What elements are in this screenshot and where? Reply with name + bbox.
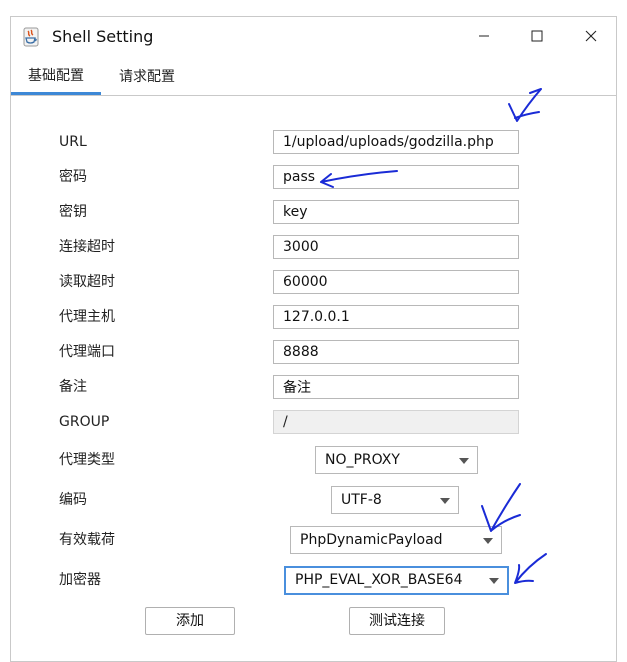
shell-setting-window: Shell Setting 基础配置 请求配置 URL 密码 密钥 连接超时 <box>10 16 617 662</box>
encoding-select[interactable]: UTF-8 <box>331 486 459 514</box>
read-timeout-field[interactable] <box>273 270 519 294</box>
encoding-value: UTF-8 <box>341 492 382 508</box>
remark-field[interactable] <box>273 375 519 399</box>
java-app-icon <box>22 27 40 47</box>
close-button[interactable] <box>568 17 614 55</box>
close-icon <box>585 27 597 46</box>
minimize-icon <box>478 27 490 46</box>
proxy-type-select[interactable]: NO_PROXY <box>315 446 478 474</box>
chevron-down-icon <box>459 458 469 464</box>
chevron-down-icon <box>483 538 493 544</box>
cryption-label: 加密器 <box>59 572 101 588</box>
payload-value: PhpDynamicPayload <box>300 532 443 548</box>
remark-label: 备注 <box>59 379 87 395</box>
key-field[interactable] <box>273 200 519 224</box>
cryption-select[interactable]: PHP_EVAL_XOR_BASE64 <box>284 566 509 595</box>
minimize-button[interactable] <box>461 17 507 55</box>
proxy-type-label: 代理类型 <box>59 452 115 468</box>
basic-config-panel: URL 密码 密钥 连接超时 读取超时 代理主机 代理端口 备注 GROUP 代… <box>11 96 616 661</box>
connect-timeout-label: 连接超时 <box>59 239 115 255</box>
key-label: 密钥 <box>59 204 87 220</box>
connect-timeout-field[interactable] <box>273 235 519 259</box>
password-field[interactable] <box>273 165 519 189</box>
tab-bar: 基础配置 请求配置 <box>11 57 616 96</box>
maximize-button[interactable] <box>514 17 560 55</box>
maximize-icon <box>531 27 543 46</box>
tab-basic-config[interactable]: 基础配置 <box>11 57 101 95</box>
url-label: URL <box>59 134 87 150</box>
payload-label: 有效载荷 <box>59 532 115 548</box>
cryption-value: PHP_EVAL_XOR_BASE64 <box>295 572 463 588</box>
encoding-label: 编码 <box>59 492 87 508</box>
proxy-port-field[interactable] <box>273 340 519 364</box>
group-field <box>273 410 519 434</box>
proxy-host-field[interactable] <box>273 305 519 329</box>
add-button[interactable]: 添加 <box>145 607 235 635</box>
title-bar[interactable]: Shell Setting <box>11 17 616 57</box>
password-label: 密码 <box>59 169 87 185</box>
chevron-down-icon <box>489 578 499 584</box>
proxy-type-value: NO_PROXY <box>325 452 400 468</box>
url-field[interactable] <box>273 130 519 154</box>
proxy-port-label: 代理端口 <box>59 344 115 360</box>
proxy-host-label: 代理主机 <box>59 309 115 325</box>
chevron-down-icon <box>440 498 450 504</box>
group-label: GROUP <box>59 414 110 430</box>
window-title: Shell Setting <box>52 27 154 46</box>
payload-select[interactable]: PhpDynamicPayload <box>290 526 502 554</box>
read-timeout-label: 读取超时 <box>59 274 115 290</box>
tab-request-config[interactable]: 请求配置 <box>107 57 187 95</box>
test-connection-button[interactable]: 测试连接 <box>349 607 445 635</box>
